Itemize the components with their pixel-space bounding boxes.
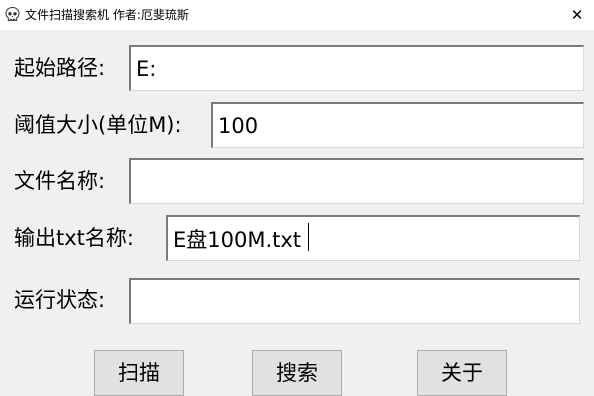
skull-icon (4, 6, 21, 23)
close-icon[interactable]: ✕ (560, 0, 594, 30)
start-path-input[interactable] (129, 45, 584, 91)
output-name-input[interactable] (166, 215, 580, 261)
start-path-label: 起始路径: (14, 56, 106, 80)
text-cursor (308, 223, 309, 251)
output-name-label: 输出txt名称: (14, 226, 134, 250)
threshold-label: 阈值大小(单位M): (14, 113, 182, 137)
search-button[interactable]: 搜索 (252, 350, 342, 396)
threshold-input[interactable] (211, 102, 584, 148)
status-label: 运行状态: (14, 288, 106, 312)
status-input[interactable] (129, 278, 580, 324)
window-title: 文件扫描搜索机 作者:厄斐琉斯 (25, 8, 189, 22)
title-bar: 文件扫描搜索机 作者:厄斐琉斯 ✕ (0, 0, 594, 30)
scan-button[interactable]: 扫描 (94, 350, 184, 396)
file-name-input[interactable] (129, 158, 584, 204)
file-name-label: 文件名称: (14, 169, 106, 193)
about-button[interactable]: 关于 (417, 350, 507, 396)
